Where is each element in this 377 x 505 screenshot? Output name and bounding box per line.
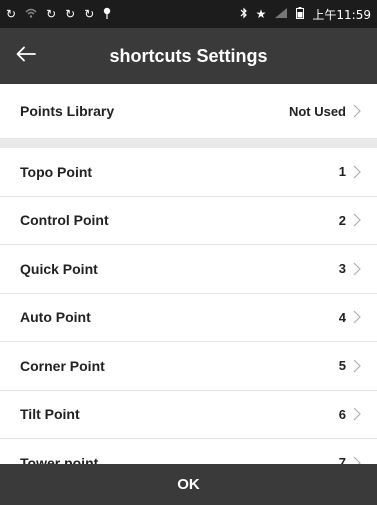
shortcut-value: 4 bbox=[338, 309, 346, 325]
shortcut-label: Corner Point bbox=[20, 357, 105, 374]
shortcut-value: 7 bbox=[338, 455, 346, 464]
points-library-value: Not Used bbox=[288, 103, 346, 119]
section-separator bbox=[0, 139, 377, 148]
status-time: 上午11:59 bbox=[312, 7, 371, 22]
chevron-right-icon bbox=[353, 310, 363, 324]
chevron-right-icon bbox=[353, 456, 363, 464]
shortcut-label: Auto Point bbox=[20, 309, 91, 326]
sync-icon: ↻ bbox=[84, 7, 95, 21]
chevron-right-icon bbox=[353, 407, 363, 421]
points-library-label: Points Library bbox=[20, 103, 115, 119]
shortcut-value: 6 bbox=[338, 406, 346, 422]
location-icon bbox=[103, 7, 111, 21]
shortcut-label: Topo Point bbox=[20, 163, 93, 180]
chevron-right-icon bbox=[353, 104, 363, 118]
arrow-left-icon bbox=[16, 46, 36, 67]
chevron-right-icon bbox=[353, 165, 363, 179]
chevron-right-icon bbox=[353, 213, 363, 227]
wifi-dim-icon bbox=[25, 8, 37, 20]
points-library-row[interactable]: Points Library Not Used bbox=[0, 84, 377, 139]
chevron-right-icon bbox=[353, 359, 363, 373]
shortcut-label: Tower point bbox=[20, 454, 99, 464]
shortcut-row[interactable]: Quick Point 3 bbox=[0, 245, 377, 294]
battery-icon bbox=[296, 7, 305, 21]
shortcut-value: 5 bbox=[338, 358, 346, 374]
shortcut-row[interactable]: Corner Point 5 bbox=[0, 342, 377, 391]
settings-list: Points Library Not Used Topo Point 1 Contr… bbox=[0, 84, 377, 464]
sync-icon: ↻ bbox=[65, 7, 76, 21]
shortcut-label: Tilt Point bbox=[20, 406, 80, 423]
back-button[interactable] bbox=[0, 28, 52, 84]
bluetooth-icon bbox=[240, 7, 248, 21]
status-left-icons: ↻ ↻ ↻ ↻ bbox=[6, 7, 111, 21]
ok-button[interactable]: OK bbox=[0, 464, 377, 505]
shortcut-label: Control Point bbox=[20, 212, 109, 229]
shortcut-value: 2 bbox=[338, 212, 346, 228]
shortcut-row[interactable]: Control Point 2 bbox=[0, 196, 377, 245]
star-icon: ★ bbox=[255, 7, 267, 21]
shortcut-row[interactable]: Auto Point 4 bbox=[0, 293, 377, 342]
shortcut-value: 1 bbox=[338, 164, 346, 180]
shortcut-label: Quick Point bbox=[20, 260, 98, 277]
shortcut-value: 3 bbox=[338, 261, 346, 277]
shortcut-row[interactable]: Tilt Point 6 bbox=[0, 390, 377, 439]
app-bar: shortcuts Settings bbox=[0, 28, 377, 84]
status-right-icons: ★ 上午11:59 bbox=[240, 6, 371, 23]
signal-icon bbox=[274, 7, 288, 21]
status-bar: ↻ ↻ ↻ ↻ ★ 上午11:59 bbox=[0, 0, 377, 28]
sync-icon: ↻ bbox=[6, 7, 17, 21]
sync-icon: ↻ bbox=[46, 7, 57, 21]
shortcut-list: Topo Point 1 Control Point 2 Quick Point 3 Aut… bbox=[0, 148, 377, 464]
shortcut-row[interactable]: Tower point 7 bbox=[0, 439, 377, 464]
page-title: shortcuts Settings bbox=[109, 45, 268, 66]
shortcut-row[interactable]: Topo Point 1 bbox=[0, 148, 377, 197]
chevron-right-icon bbox=[353, 262, 363, 276]
